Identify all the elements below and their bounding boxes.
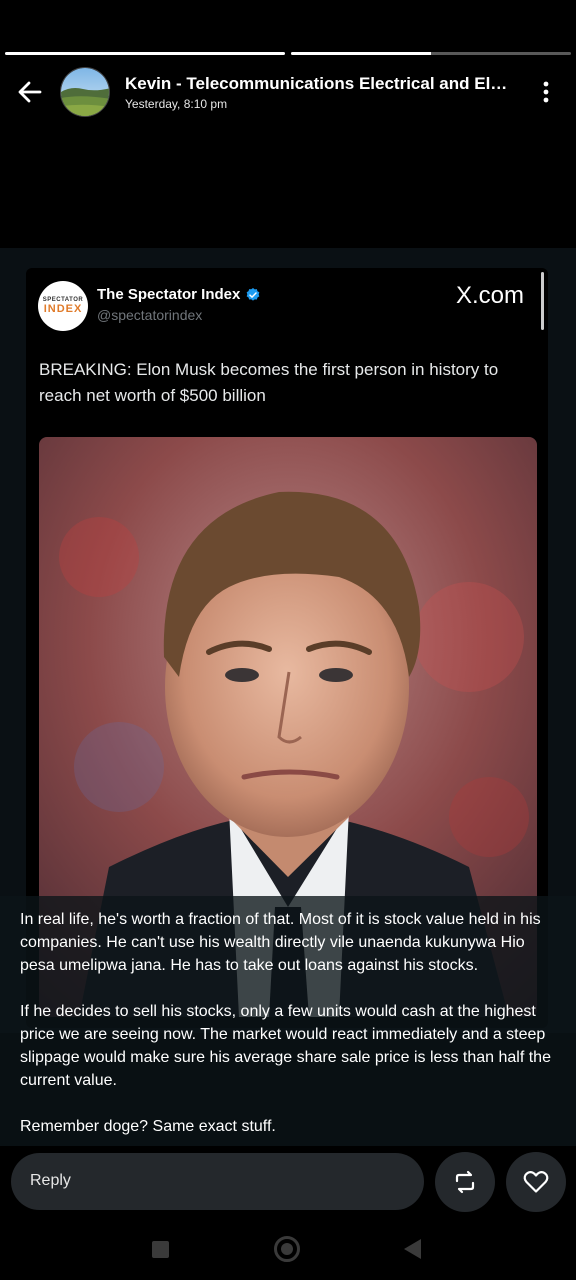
system-navigation-bar	[0, 1220, 576, 1280]
story-caption: In real life, he's worth a fraction of t…	[0, 896, 576, 1146]
heart-icon	[523, 1170, 549, 1193]
story-progress	[5, 52, 571, 55]
story-progress-segment	[291, 52, 571, 55]
caption-paragraph: If he decides to sell his stocks, only a…	[20, 1003, 551, 1089]
story-header: Kevin - Telecommunications Electrical an…	[0, 64, 576, 120]
story-author-title[interactable]: Kevin - Telecommunications Electrical an…	[125, 74, 515, 94]
more-vertical-icon[interactable]	[534, 80, 558, 104]
repost-button[interactable]	[435, 1152, 495, 1212]
tweet-text: BREAKING: Elon Musk becomes the first pe…	[39, 360, 499, 405]
avatar[interactable]	[60, 67, 110, 117]
caption-paragraph: Remember doge? Same exact stuff.	[20, 1118, 276, 1135]
back-button[interactable]	[404, 1239, 421, 1259]
arrow-left-icon[interactable]	[14, 76, 46, 108]
tweet-author: The Spectator Index	[97, 286, 261, 303]
story-progress-segment	[5, 52, 285, 55]
tweet-handle: @spectatorindex	[97, 307, 203, 323]
story-timestamp: Yesterday, 8:10 pm	[125, 97, 228, 111]
recents-button[interactable]	[152, 1241, 169, 1258]
home-button[interactable]	[274, 1236, 300, 1262]
scrollbar	[541, 272, 544, 330]
like-button[interactable]	[506, 1152, 566, 1212]
reply-placeholder: Reply	[30, 1172, 71, 1189]
spectator-index-logo: SPECTATOR INDEX	[38, 281, 88, 331]
tweet-source: X.com	[455, 282, 524, 309]
caption-paragraph: In real life, he's worth a fraction of t…	[20, 911, 541, 974]
reply-input[interactable]: Reply	[11, 1153, 424, 1210]
verified-badge-icon	[247, 287, 260, 301]
repost-icon	[455, 1170, 475, 1194]
tweet-author-name: The Spectator Index	[97, 286, 241, 303]
